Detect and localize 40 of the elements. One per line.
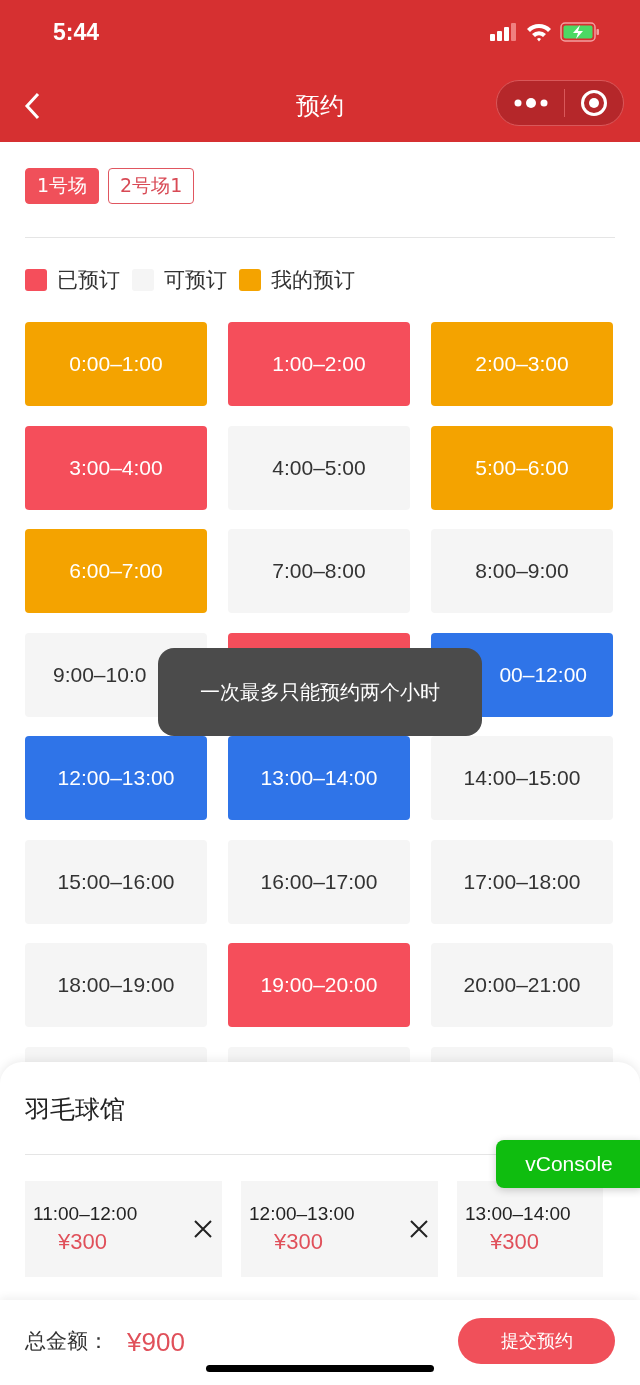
time-slot[interactable]: 19:00–20:00	[228, 943, 410, 1027]
limit-toast: 一次最多只能预约两个小时	[158, 648, 482, 736]
slot-time: 11:00–12:00	[33, 1203, 138, 1225]
more-icon[interactable]	[512, 97, 549, 109]
close-icon[interactable]	[194, 1220, 212, 1238]
legend-label: 我的预订	[271, 267, 355, 294]
time-slot[interactable]: 1:00–2:00	[228, 322, 410, 406]
time-slot[interactable]: 20:00–21:00	[431, 943, 613, 1027]
total-amount: ¥900	[127, 1327, 185, 1358]
slot-time: 12:00–13:00	[249, 1203, 355, 1225]
page-title: 预约	[296, 91, 344, 122]
court-tab[interactable]: 1号场	[25, 168, 100, 204]
slot-time: 13:00–14:00	[465, 1203, 571, 1225]
vconsole-button[interactable]: vConsole	[496, 1140, 640, 1188]
time-slot[interactable]: 3:00–4:00	[25, 425, 207, 510]
time-slot[interactable]: 16:00–17:00	[228, 839, 410, 924]
back-icon[interactable]	[24, 92, 40, 120]
total-label: 总金额：	[25, 1328, 109, 1355]
time-slot[interactable]: 17:00–18:00	[431, 839, 613, 924]
time-slot[interactable]: 12:00–13:00	[25, 736, 207, 820]
time-slot[interactable]: 14:00–15:00	[431, 736, 613, 820]
legend-label: 已预订	[57, 267, 120, 294]
time-slot[interactable]: 18:00–19:00	[25, 943, 207, 1027]
slot-price: ¥300	[274, 1229, 324, 1255]
time-slot[interactable]: 7:00–8:00	[228, 529, 410, 613]
time-slot[interactable]: 4:00–5:00	[228, 425, 410, 510]
venue-title: 羽毛球馆	[25, 1094, 125, 1126]
slot-price: ¥300	[490, 1229, 540, 1255]
close-icon[interactable]	[410, 1220, 428, 1238]
time-slot[interactable]: 8:00–9:00	[431, 529, 613, 613]
signal-icon	[490, 23, 518, 41]
battery-icon	[560, 22, 600, 42]
time-slot[interactable]: 15:00–16:00	[25, 839, 207, 924]
submit-button[interactable]: 提交预约	[458, 1318, 615, 1364]
slot-price: ¥300	[58, 1229, 108, 1255]
court-tab[interactable]: 2号场1	[108, 168, 195, 204]
time-slot[interactable]: 13:00–14:00	[228, 736, 410, 820]
status-time: 5:44	[53, 18, 100, 46]
legend-label: 可预订	[164, 267, 227, 294]
wifi-icon	[526, 22, 552, 42]
